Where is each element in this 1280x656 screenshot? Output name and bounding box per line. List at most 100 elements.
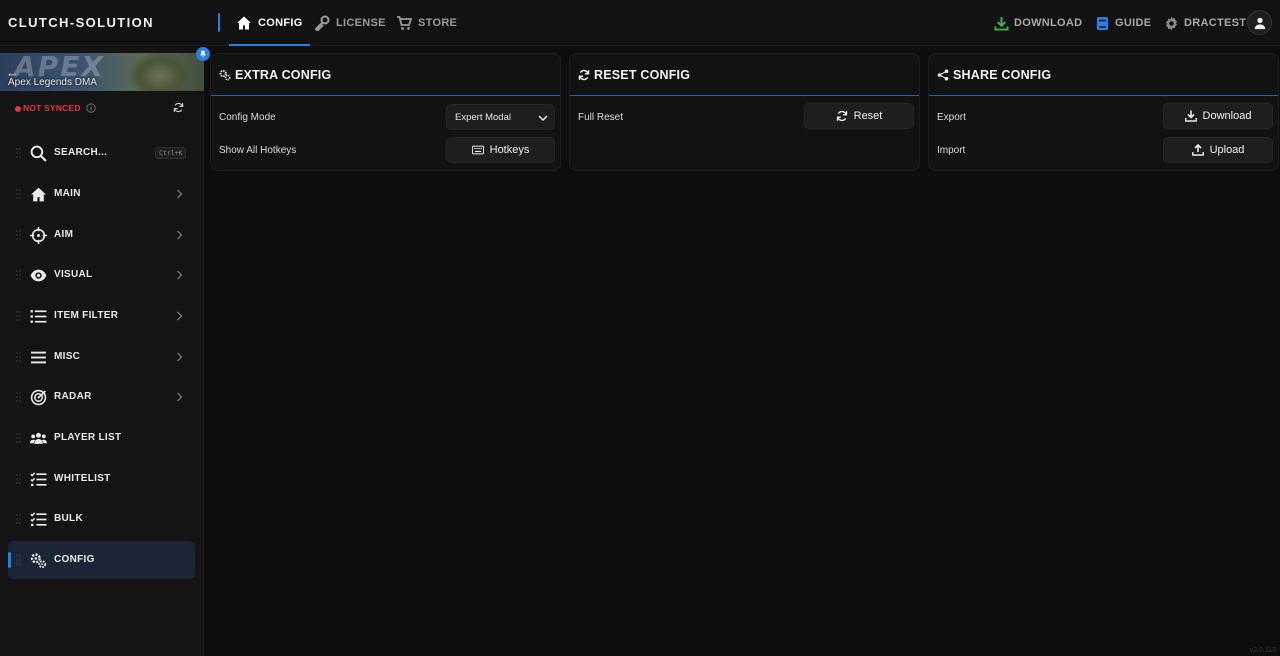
download-link[interactable]: DOWNLOAD (994, 0, 1082, 46)
info-icon[interactable] (86, 103, 96, 113)
sidebar-item-radar[interactable]: RADAR (8, 378, 195, 416)
list-icon (30, 310, 47, 323)
book-icon (1096, 16, 1109, 30)
card-header: RESET CONFIG (570, 54, 919, 96)
gear-icon (1166, 16, 1177, 30)
checklist-icon (30, 512, 47, 527)
extra-config-card: EXTRA CONFIG Config Mode Expert Modal Sh… (210, 53, 561, 171)
user-settings-link[interactable]: DRACTEST (1164, 0, 1246, 46)
sidebar-item-misc[interactable]: MISC (8, 338, 195, 376)
drag-handle-icon[interactable] (16, 433, 21, 443)
sync-status-text: NOT SYNCED (23, 103, 81, 113)
chevron-right-icon (177, 270, 183, 280)
config-mode-select[interactable]: Expert Modal (446, 104, 555, 130)
sidebar-item-label: SEARCH... (54, 147, 108, 158)
full-reset-label: Full Reset (578, 112, 624, 123)
chevron-right-icon (177, 311, 183, 321)
sidebar-item-aim[interactable]: AIM (8, 216, 195, 254)
config-mode-value: Expert Modal (455, 112, 511, 123)
config-mode-label: Config Mode (219, 112, 276, 123)
keyboard-icon (471, 145, 484, 155)
card-title: RESET CONFIG (594, 68, 691, 82)
drag-handle-icon[interactable] (16, 392, 21, 402)
tab-license[interactable]: LICENSE (314, 0, 386, 46)
download-config-button[interactable]: Download (1163, 103, 1273, 129)
pin-button[interactable] (196, 47, 210, 61)
tab-store[interactable]: STORE (396, 0, 457, 46)
export-label: Export (937, 112, 966, 123)
sidebar-item-label: BULK (54, 513, 83, 524)
sidebar-item-search[interactable]: SEARCH... Ctrl+K (8, 134, 195, 172)
tab-store-label: STORE (418, 17, 458, 29)
drag-handle-icon[interactable] (16, 514, 21, 524)
crosshair-icon (30, 227, 47, 244)
pin-icon (199, 50, 207, 58)
drag-handle-icon[interactable] (16, 270, 21, 280)
sidebar-item-player-list[interactable]: PLAYER LIST (8, 419, 195, 457)
card-title: SHARE CONFIG (953, 68, 1052, 82)
sidebar-item-label: VISUAL (54, 269, 93, 280)
drag-handle-icon[interactable] (16, 230, 21, 240)
sidebar-item-bulk[interactable]: BULK (8, 500, 195, 538)
download-icon (1184, 110, 1197, 122)
upload-icon (1191, 144, 1204, 156)
sidebar-item-config[interactable]: CONFIG (8, 541, 195, 579)
chevron-right-icon (177, 189, 183, 199)
brand-title: CLUTCH-SOLUTION (8, 15, 154, 30)
home-icon (31, 187, 46, 202)
drag-handle-icon[interactable] (16, 352, 21, 362)
chevron-down-icon (538, 115, 548, 122)
refresh-icon[interactable] (173, 102, 184, 113)
download-button-label: Download (1202, 110, 1252, 122)
share-config-card: SHARE CONFIG Export Download Import Uplo… (928, 53, 1279, 171)
sidebar-item-label: RADAR (54, 391, 92, 402)
guide-link[interactable]: GUIDE (1095, 0, 1151, 46)
sidebar-item-main[interactable]: MAIN (8, 175, 195, 213)
tab-config[interactable]: CONFIG (229, 0, 310, 46)
top-bar: CLUTCH-SOLUTION CONFIG LICENSE STORE DOW… (0, 0, 1280, 46)
upload-button-label: Upload (1209, 144, 1245, 156)
reset-button[interactable]: Reset (804, 103, 914, 129)
sidebar-item-whitelist[interactable]: WHITELIST (8, 460, 195, 498)
menu-icon (31, 351, 46, 364)
drag-handle-icon[interactable] (16, 474, 21, 484)
checklist-icon (30, 472, 47, 487)
download-icon (994, 16, 1009, 31)
game-banner[interactable]: APEX ← Apex Legends DMA (0, 53, 204, 91)
sidebar-item-visual[interactable]: VISUAL (8, 256, 195, 294)
users-icon (30, 432, 47, 444)
reset-button-label: Reset (853, 110, 883, 122)
drag-handle-icon[interactable] (16, 189, 21, 199)
game-title: Apex Legends DMA (8, 77, 97, 88)
avatar[interactable] (1247, 10, 1272, 35)
sidebar-item-label: PLAYER LIST (54, 432, 122, 443)
banner-character (130, 53, 190, 91)
drag-handle-icon[interactable] (16, 311, 21, 321)
sync-status-dot (15, 106, 21, 112)
search-shortcut-badge: Ctrl+K (155, 147, 187, 159)
sidebar-item-item-filter[interactable]: ITEM FILTER (8, 297, 195, 335)
drag-handle-icon[interactable] (16, 555, 21, 565)
chevron-right-icon (177, 392, 183, 402)
hotkeys-button[interactable]: Hotkeys (446, 137, 555, 163)
show-hotkeys-label: Show All Hotkeys (219, 145, 297, 156)
nav-divider (218, 13, 220, 32)
version-label: v3.0.113 (1249, 647, 1276, 654)
user-label: DRACTEST (1184, 17, 1247, 29)
drag-handle-icon[interactable] (16, 148, 21, 158)
search-icon (30, 145, 47, 162)
gears-icon (30, 553, 47, 569)
chevron-right-icon (177, 230, 183, 240)
upload-config-button[interactable]: Upload (1163, 137, 1273, 163)
reset-config-card: RESET CONFIG Full Reset Reset (569, 53, 920, 171)
guide-label: GUIDE (1115, 17, 1152, 29)
cart-icon (397, 16, 412, 30)
sidebar: APEX ← Apex Legends DMA NOT SYNCED SEARC… (0, 47, 210, 656)
sidebar-item-label: WHITELIST (54, 473, 111, 484)
sidebar-item-label: MISC (54, 351, 81, 362)
refresh-icon (578, 69, 590, 81)
sidebar-item-label: MAIN (54, 188, 81, 199)
card-header: EXTRA CONFIG (211, 54, 560, 96)
hotkeys-button-label: Hotkeys (489, 144, 530, 156)
sidebar-item-label: AIM (54, 229, 74, 240)
